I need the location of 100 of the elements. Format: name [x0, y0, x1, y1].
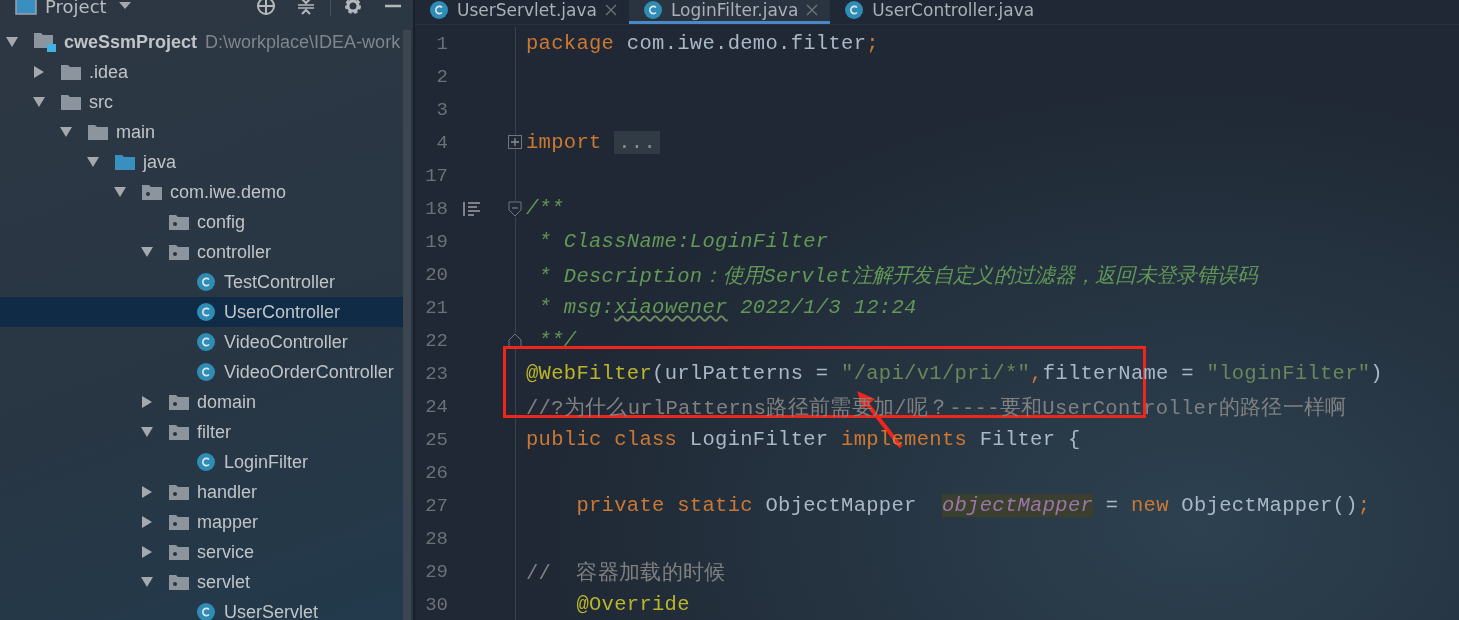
expanded-arrow-icon[interactable]: [6, 36, 18, 48]
tree-row[interactable]: service: [0, 537, 403, 567]
class-icon: [196, 362, 216, 382]
package-folder-icon: [169, 243, 189, 261]
code-text: LoginFilter: [689, 428, 830, 451]
package-folder-icon: [169, 513, 189, 531]
folder-icon: [88, 123, 108, 141]
line-number: 30: [424, 593, 448, 616]
line-number: 28: [424, 527, 448, 550]
tree-row[interactable]: VideoOrderController: [0, 357, 403, 387]
line-number: 23: [424, 362, 448, 385]
code-text: ObjectMapper: [765, 494, 918, 517]
tree-row[interactable]: handler: [0, 477, 403, 507]
editor-tab[interactable]: UserServlet.java: [415, 0, 629, 24]
string-literal: "/api/v1/pri/*": [841, 362, 1031, 385]
expand-fold-icon[interactable]: [508, 135, 522, 149]
expanded-arrow-icon[interactable]: [60, 126, 72, 138]
dropdown-caret-icon[interactable]: [118, 2, 131, 10]
doc-comment: **/: [537, 329, 577, 352]
settings-icon[interactable]: [343, 0, 363, 16]
keyword-text: ,: [1030, 362, 1043, 385]
annotation-text: @WebFilter: [526, 362, 653, 385]
fold-start-icon[interactable]: [508, 201, 522, 217]
line-number: 24: [424, 395, 448, 418]
keyword-text: private static: [575, 494, 754, 517]
keyword-text: ;: [1357, 494, 1371, 517]
tree-row[interactable]: TestController: [0, 267, 403, 297]
close-icon[interactable]: [604, 3, 617, 16]
keyword-text: public class: [526, 428, 679, 451]
collapsed-arrow-icon[interactable]: [141, 486, 153, 498]
collapsed-arrow-icon[interactable]: [33, 66, 45, 78]
crosshair-icon[interactable]: [256, 0, 276, 16]
tree-row[interactable]: .idea: [0, 57, 403, 87]
tree-row[interactable]: servlet: [0, 567, 403, 597]
tree-row[interactable]: UserController: [0, 297, 403, 327]
folder-icon: [61, 63, 81, 81]
tree-item-label: com.iwe.demo: [170, 181, 287, 203]
tree-row[interactable]: mapper: [0, 507, 403, 537]
tree-row[interactable]: config: [0, 207, 403, 237]
tree-row[interactable]: domain: [0, 387, 403, 417]
tree-row[interactable]: main: [0, 117, 403, 147]
package-folder-icon: [169, 393, 189, 411]
tree-item-label: TestController: [224, 271, 336, 293]
expanded-arrow-icon[interactable]: [87, 156, 99, 168]
editor-tab[interactable]: UserController.java: [830, 0, 1047, 24]
panel-window-icon: [15, 0, 37, 15]
tree-item-label: UserController: [224, 301, 341, 323]
tree-row[interactable]: controller: [0, 237, 403, 267]
tree-row[interactable]: filter: [0, 417, 403, 447]
tree-item-label: controller: [197, 241, 272, 263]
package-folder-icon: [169, 423, 189, 441]
module-folder-icon: [34, 32, 56, 52]
tree-item-label: VideoController: [224, 331, 348, 353]
keyword-text: package: [526, 32, 616, 55]
render-doc-icon[interactable]: [463, 201, 481, 217]
line-number: 27: [424, 494, 448, 517]
line-number: 4: [435, 131, 448, 154]
code-text: =: [1104, 494, 1120, 517]
tree-item-label: main: [116, 121, 155, 143]
tree-row[interactable]: cweSsmProject D:\workplace\IDEA-work: [0, 27, 403, 57]
tree-item-label: domain: [197, 391, 257, 413]
tree-row[interactable]: LoginFilter: [0, 447, 403, 477]
tree-row[interactable]: java: [0, 147, 403, 177]
expanded-arrow-icon[interactable]: [141, 576, 153, 588]
collapse-all-icon[interactable]: [296, 0, 316, 16]
close-icon[interactable]: [806, 3, 819, 16]
tree-row[interactable]: src: [0, 87, 403, 117]
source-folder-icon: [115, 153, 135, 171]
expanded-arrow-icon[interactable]: [141, 246, 153, 258]
line-number: 18: [424, 197, 448, 220]
tree-item-label: .idea: [89, 61, 129, 83]
line-number: 29: [424, 560, 448, 583]
collapsed-arrow-icon[interactable]: [141, 396, 153, 408]
doc-comment: * ClassName:LoginFilter: [537, 230, 829, 253]
package-folder-icon: [169, 543, 189, 561]
expanded-arrow-icon[interactable]: [141, 426, 153, 438]
tree-row[interactable]: UserServlet: [0, 597, 403, 620]
class-icon: [196, 302, 216, 322]
tree-row[interactable]: com.iwe.demo: [0, 177, 403, 207]
code-text: (urlPatterns =: [652, 362, 830, 385]
expanded-arrow-icon[interactable]: [114, 186, 126, 198]
doc-comment-word: xiaowener: [614, 296, 728, 319]
class-icon: [429, 0, 449, 20]
line-number: 22: [424, 329, 448, 352]
scrollbar-thumb[interactable]: [403, 30, 411, 620]
line-number: 2: [435, 65, 448, 88]
collapsed-arrow-icon[interactable]: [141, 546, 153, 558]
tree-item-label: VideoOrderController: [224, 361, 394, 383]
expanded-arrow-icon[interactable]: [33, 96, 45, 108]
editor-tab[interactable]: LoginFilter.java: [628, 0, 831, 24]
package-folder-icon: [169, 573, 189, 591]
tree-item-label: UserServlet: [224, 601, 319, 620]
tree-item-label: mapper: [197, 511, 259, 533]
doc-comment: * msg:: [537, 296, 615, 319]
tree-row[interactable]: VideoController: [0, 327, 403, 357]
string-literal: "loginFilter": [1206, 362, 1371, 385]
doc-comment: /**: [526, 197, 564, 220]
collapsed-arrow-icon[interactable]: [141, 516, 153, 528]
package-folder-icon: [142, 183, 162, 201]
line-number: 25: [424, 428, 448, 451]
